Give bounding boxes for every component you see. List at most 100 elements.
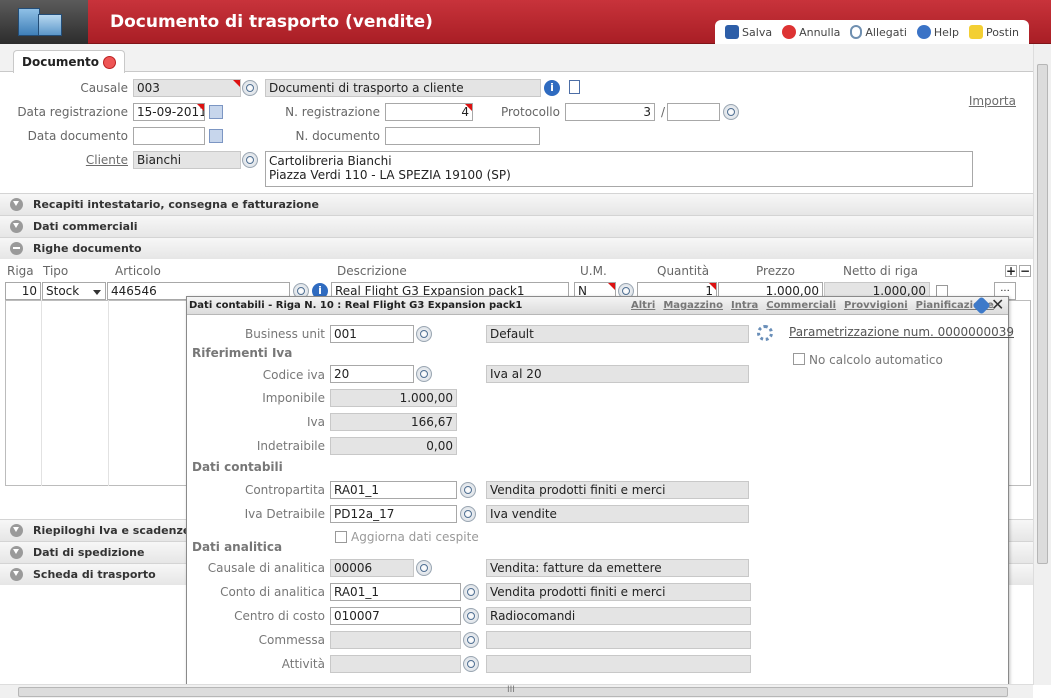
cliente-name: Cartolibreria Bianchi bbox=[269, 154, 392, 168]
attivita-label: Attività bbox=[281, 657, 325, 671]
iva-field: 166,67 bbox=[330, 413, 457, 431]
calendar-icon[interactable] bbox=[209, 129, 223, 143]
add-row-button[interactable]: + bbox=[1005, 265, 1017, 277]
centro-costo-search-icon[interactable] bbox=[463, 608, 479, 624]
col-riga: Riga bbox=[7, 264, 34, 278]
commessa-field[interactable] bbox=[330, 631, 461, 649]
protocollo-label: Protocollo bbox=[500, 105, 560, 119]
save-icon bbox=[725, 25, 740, 39]
cliente-field[interactable]: Bianchi bbox=[133, 151, 241, 169]
causale-label: Causale bbox=[80, 81, 128, 95]
conto-analitica-label: Conto di analitica bbox=[220, 585, 325, 599]
section-righe-documento[interactable]: Righe documento bbox=[0, 237, 1033, 259]
data-registrazione-field[interactable]: 15-09-2011 bbox=[133, 103, 205, 121]
cancel-button[interactable]: Annulla bbox=[782, 25, 840, 39]
causale-analitica-desc: Vendita: fatture da emettere bbox=[486, 559, 749, 577]
importa-link[interactable]: Importa bbox=[960, 94, 1016, 108]
page-title: Documento di trasporto (vendite) bbox=[110, 12, 433, 32]
horizontal-scroll-thumb[interactable]: III bbox=[18, 685, 1008, 697]
expand-icon bbox=[10, 198, 23, 211]
business-unit-desc: Default bbox=[486, 325, 749, 343]
col-tipo: Tipo bbox=[43, 264, 69, 278]
contropartita-field[interactable]: RA01_1 bbox=[330, 481, 457, 499]
codice-iva-desc: Iva al 20 bbox=[486, 365, 749, 383]
document-icon[interactable] bbox=[569, 80, 580, 94]
imponibile-field: 1.000,00 bbox=[330, 389, 457, 407]
popup-header: Dati contabili - Riga N. 10 : Real Fligh… bbox=[187, 296, 1008, 315]
link-altri[interactable]: Altri bbox=[631, 300, 655, 311]
toolbar: Salva Annulla Allegati Help Postin bbox=[715, 20, 1029, 44]
commessa-label: Commessa bbox=[258, 633, 325, 647]
aggiorna-cespite-checkbox[interactable] bbox=[335, 531, 347, 543]
commessa-search-icon[interactable] bbox=[463, 632, 479, 648]
expand-icon bbox=[10, 568, 23, 581]
calendar-icon[interactable] bbox=[209, 105, 223, 119]
centro-costo-field[interactable]: 010007 bbox=[330, 607, 461, 625]
help-button[interactable]: Help bbox=[916, 25, 959, 39]
link-provvigioni[interactable]: Provvigioni bbox=[844, 300, 908, 311]
codice-iva-label: Codice iva bbox=[262, 368, 325, 382]
vertical-scrollbar[interactable] bbox=[1033, 44, 1051, 685]
causale-analitica-search-icon[interactable] bbox=[416, 560, 432, 576]
col-netto: Netto di riga bbox=[843, 264, 918, 278]
attivita-search-icon[interactable] bbox=[463, 656, 479, 672]
expand-icon bbox=[10, 546, 23, 559]
vertical-scroll-thumb[interactable] bbox=[1037, 64, 1048, 564]
gear-icon[interactable] bbox=[757, 325, 773, 341]
app-logo-icon bbox=[0, 0, 88, 44]
tab-documento[interactable]: Documento bbox=[13, 50, 126, 73]
causale-analitica-field[interactable]: 00006 bbox=[330, 559, 414, 577]
iva-label: Iva bbox=[307, 415, 325, 429]
data-documento-field[interactable] bbox=[133, 127, 205, 145]
n-registrazione-field[interactable]: 4 bbox=[385, 103, 473, 121]
conto-analitica-desc: Vendita prodotti finiti e merci bbox=[486, 583, 751, 601]
iva-detraibile-search-icon[interactable] bbox=[460, 506, 476, 522]
link-intra[interactable]: Intra bbox=[731, 300, 758, 311]
section-dati-commerciali[interactable]: Dati commerciali bbox=[0, 215, 1033, 237]
causale-info-icon[interactable]: i bbox=[544, 80, 560, 96]
cliente-search-icon[interactable] bbox=[242, 152, 258, 168]
conto-analitica-search-icon[interactable] bbox=[463, 584, 479, 600]
protocollo-field[interactable]: 3 bbox=[565, 103, 655, 121]
indetraibile-field: 0,00 bbox=[330, 437, 457, 455]
business-unit-field[interactable]: 001 bbox=[330, 325, 414, 343]
section-recapiti[interactable]: Recapiti intestatario, consegna e fattur… bbox=[0, 193, 1033, 215]
link-commerciali[interactable]: Commerciali bbox=[766, 300, 836, 311]
centro-costo-desc: Radiocomandi bbox=[486, 607, 751, 625]
commessa-desc bbox=[486, 631, 751, 649]
horizontal-scrollbar[interactable]: III bbox=[0, 684, 1033, 698]
attivita-field[interactable] bbox=[330, 655, 461, 673]
centro-costo-label: Centro di costo bbox=[234, 609, 325, 623]
dati-contabili-popup: Dati contabili - Riga N. 10 : Real Fligh… bbox=[186, 296, 1014, 686]
protocollo-suffix-field[interactable] bbox=[667, 103, 720, 121]
business-unit-search-icon[interactable] bbox=[416, 326, 432, 342]
causale-field[interactable]: 003 bbox=[133, 79, 241, 97]
codice-iva-field[interactable]: 20 bbox=[330, 365, 414, 383]
n-documento-field[interactable] bbox=[385, 127, 540, 145]
aggiorna-cespite-label: Aggiorna dati cespite bbox=[351, 530, 479, 544]
iva-detraibile-field[interactable]: PD12a_17 bbox=[330, 505, 457, 523]
attivita-desc bbox=[486, 655, 751, 673]
close-icon[interactable]: ✕ bbox=[991, 297, 1004, 313]
help-icon bbox=[916, 25, 931, 39]
cliente-link[interactable]: Cliente bbox=[40, 153, 128, 167]
row-tipo-select[interactable]: Stock bbox=[42, 282, 106, 300]
postin-button[interactable]: Postin bbox=[968, 25, 1019, 39]
save-button[interactable]: Salva bbox=[725, 25, 772, 39]
protocollo-search-icon[interactable] bbox=[723, 104, 739, 120]
contropartita-search-icon[interactable] bbox=[460, 482, 476, 498]
link-magazzino[interactable]: Magazzino bbox=[663, 300, 723, 311]
parametrizzazione-link[interactable]: Parametrizzazione num. 0000000039 bbox=[789, 325, 1014, 339]
dati-analitica-heading: Dati analitica bbox=[192, 540, 283, 554]
codice-iva-search-icon[interactable] bbox=[416, 366, 432, 382]
causale-search-icon[interactable] bbox=[242, 80, 258, 96]
no-calcolo-checkbox[interactable] bbox=[793, 353, 805, 365]
attachments-button[interactable]: Allegati bbox=[850, 25, 907, 39]
close-tab-icon[interactable] bbox=[103, 55, 117, 69]
collapse-icon bbox=[10, 242, 23, 255]
postit-icon bbox=[968, 25, 983, 39]
conto-analitica-field[interactable]: RA01_1 bbox=[330, 583, 461, 601]
popup-links: Altri Magazzino Intra Commerciali Provvi… bbox=[631, 300, 994, 311]
remove-row-button[interactable]: − bbox=[1019, 265, 1031, 277]
row-riga[interactable]: 10 bbox=[5, 282, 41, 300]
